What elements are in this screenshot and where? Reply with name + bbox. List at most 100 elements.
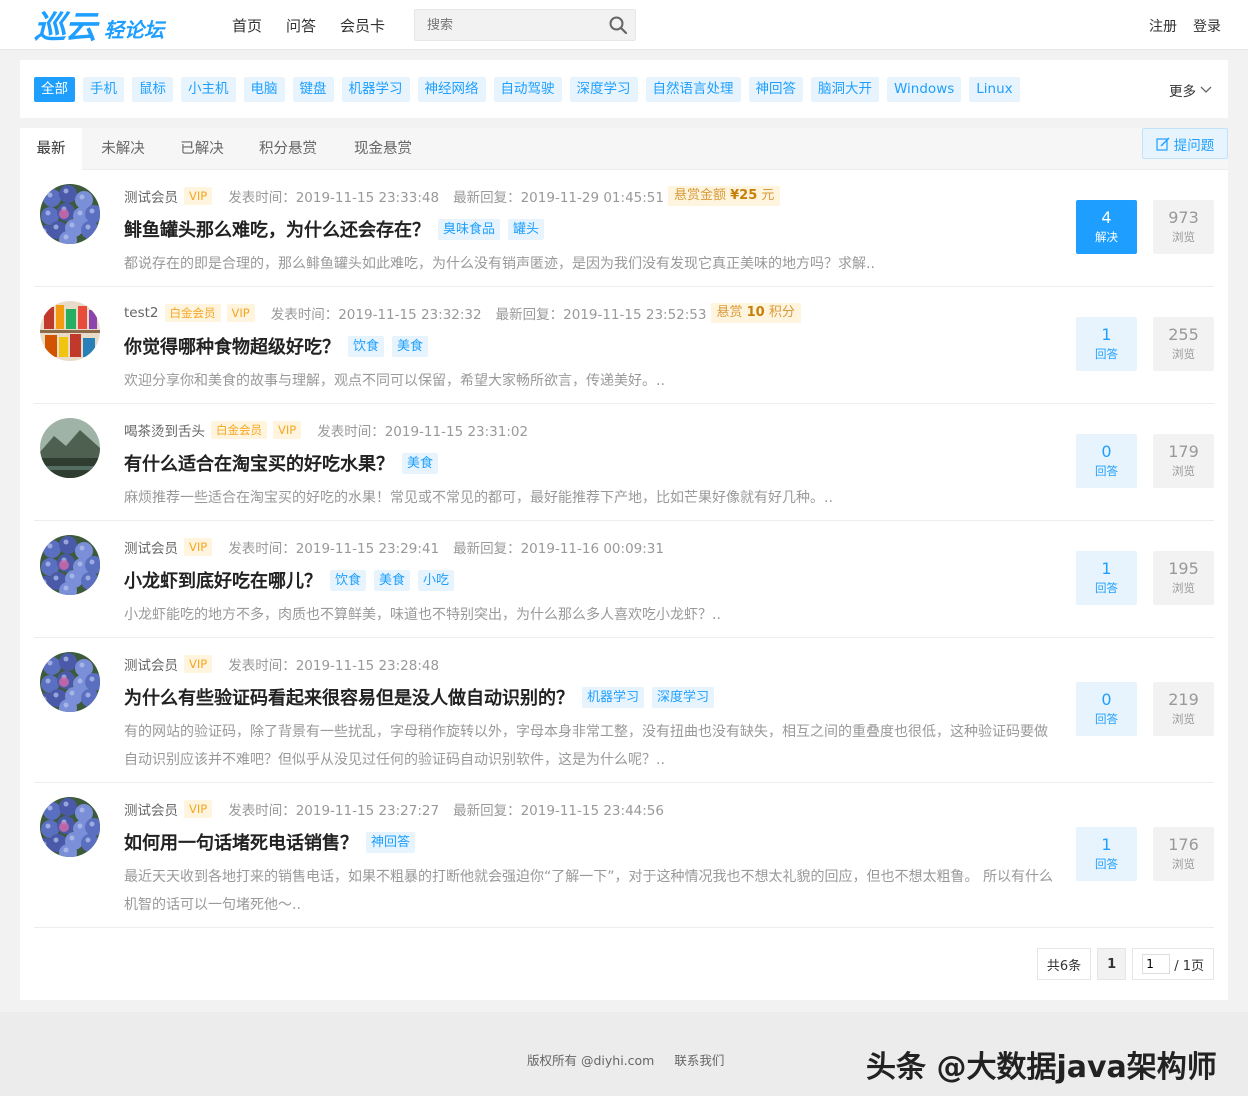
answer-count-number: 4 — [1101, 208, 1112, 227]
question-tab[interactable]: 已解决 — [164, 128, 240, 170]
avatar[interactable] — [40, 535, 100, 595]
author-name[interactable]: 喝茶烫到舌头 — [124, 420, 205, 440]
view-count-number: 179 — [1168, 442, 1199, 461]
reward-amount: ¥25 — [730, 188, 758, 203]
user-links: 注册 登录 — [1149, 16, 1221, 36]
view-count: 255 浏览 — [1153, 317, 1214, 371]
answer-count[interactable]: 0 回答 — [1076, 682, 1137, 736]
category-tag[interactable]: 键盘 — [292, 77, 334, 102]
nav-home[interactable]: 首页 — [232, 15, 262, 36]
search-icon[interactable] — [608, 15, 628, 35]
title-row: 鲱鱼罐头那么难吃，为什么还会存在？ 臭味食品 罐头 — [124, 216, 545, 242]
category-tag[interactable]: 自然语言处理 — [645, 77, 741, 102]
view-count-label: 浏览 — [1172, 230, 1195, 244]
question-tag[interactable]: 机器学习 — [582, 686, 645, 708]
category-tag[interactable]: 小主机 — [181, 77, 236, 102]
question-title[interactable]: 你觉得哪种食物超级好吃？ — [124, 333, 340, 359]
search-input[interactable] — [415, 10, 605, 40]
question-meta: test2 白金会员 VIP 发表时间：2019-11-15 23:32:32 最新回复… — [124, 303, 801, 323]
question-tag[interactable]: 小吃 — [418, 569, 455, 591]
question-item: 测试会员 VIP 发表时间：2019-11-15 23:29:41 最新回复：2019… — [34, 521, 1214, 638]
avatar[interactable] — [40, 797, 100, 857]
question-tab[interactable]: 现金悬赏 — [336, 128, 430, 170]
question-title[interactable]: 鲱鱼罐头那么难吃，为什么还会存在？ — [124, 216, 430, 242]
register-link[interactable]: 注册 — [1149, 16, 1177, 36]
question-meta: 测试会员 VIP 发表时间：2019-11-15 23:33:48 最新回复：2019… — [124, 186, 781, 206]
category-tag[interactable]: 鼠标 — [132, 77, 173, 102]
category-tag[interactable]: Windows — [887, 77, 962, 102]
category-tag[interactable]: 全部 — [34, 77, 75, 102]
question-tag[interactable]: 罐头 — [508, 218, 545, 240]
question-title[interactable]: 有什么适合在淘宝买的好吃水果？ — [124, 450, 394, 476]
question-tab[interactable]: 积分悬赏 — [242, 128, 334, 170]
answer-count[interactable]: 1 回答 — [1076, 551, 1137, 605]
question-title[interactable]: 如何用一句话堵死电话销售？ — [124, 829, 358, 855]
author-name[interactable]: 测试会员 — [124, 186, 178, 206]
member-badge: VIP — [184, 655, 213, 673]
category-tag[interactable]: 机器学习 — [341, 77, 410, 102]
question-tag[interactable]: 美食 — [392, 335, 429, 357]
author-name[interactable]: 测试会员 — [124, 799, 178, 819]
member-badge: 白金会员 — [164, 304, 221, 322]
member-badge: VIP — [226, 304, 255, 322]
pagination: 共6条 1 / 1页 — [1036, 948, 1214, 980]
category-tag[interactable]: 自动驾驶 — [493, 77, 562, 102]
nav-qa[interactable]: 问答 — [286, 15, 316, 36]
chevron-down-icon — [1200, 86, 1212, 93]
pager-jump-input[interactable] — [1142, 954, 1171, 974]
category-tag[interactable]: 神经网络 — [417, 77, 486, 102]
nav-membership[interactable]: 会员卡 — [340, 15, 385, 36]
answer-count[interactable]: 4 解决 — [1076, 200, 1137, 254]
post-time: 发表时间：2019-11-15 23:27:27 — [228, 803, 440, 819]
question-tag[interactable]: 臭味食品 — [438, 218, 501, 240]
avatar[interactable] — [40, 418, 100, 478]
question-tag[interactable]: 深度学习 — [652, 686, 715, 708]
author-name[interactable]: 测试会员 — [124, 537, 178, 557]
author-name[interactable]: test2 — [124, 305, 159, 321]
answer-count-number: 1 — [1101, 559, 1112, 578]
question-tag[interactable]: 神回答 — [366, 831, 416, 853]
logo-main-text: 巡云 — [34, 8, 97, 46]
pager-page-1[interactable]: 1 — [1097, 948, 1127, 980]
answer-count[interactable]: 1 回答 — [1076, 827, 1137, 881]
main-nav: 首页 问答 会员卡 — [232, 15, 385, 36]
answer-count-label: 回答 — [1095, 712, 1118, 726]
category-tag[interactable]: 脑洞大开 — [811, 77, 879, 102]
question-panel: 提问题 最新 未解决 已解决 积分悬赏 现金悬赏 测试会员 VIP 发表时间：2019-11… — [20, 128, 1228, 1000]
category-tag[interactable]: 电脑 — [243, 77, 285, 102]
reward-suffix: 元 — [757, 188, 775, 203]
category-tag[interactable]: 手机 — [83, 77, 124, 102]
avatar[interactable] — [40, 184, 100, 244]
view-count-number: 195 — [1168, 559, 1199, 578]
question-tabs: 提问题 最新 未解决 已解决 积分悬赏 现金悬赏 — [20, 128, 1228, 171]
question-tag[interactable]: 美食 — [374, 569, 411, 591]
login-link[interactable]: 登录 — [1193, 16, 1221, 36]
question-excerpt: 欢迎分享你和美食的故事与理解，观点不同可以保留，希望大家畅所欲言，传递美好。.. — [124, 373, 665, 389]
pager-total: 共6条 — [1036, 948, 1092, 980]
question-excerpt: 最近天天收到各地打来的销售电话，如果不粗暴的打断他就会强迫你“了解一下”，对于这… — [124, 869, 1053, 913]
answer-count-number: 0 — [1101, 442, 1112, 461]
question-tab[interactable]: 最新 — [20, 128, 82, 171]
ask-question-button[interactable]: 提问题 — [1142, 128, 1228, 159]
category-tag[interactable]: Linux — [969, 77, 1020, 102]
answer-count[interactable]: 1 回答 — [1076, 317, 1137, 371]
question-list: 测试会员 VIP 发表时间：2019-11-15 23:33:48 最新回复：2019… — [34, 170, 1214, 928]
question-tag[interactable]: 美食 — [402, 452, 439, 474]
more-categories-button[interactable]: 更多 — [1169, 80, 1212, 100]
question-tag[interactable]: 饮食 — [348, 335, 385, 357]
view-count: 195 浏览 — [1153, 551, 1214, 605]
question-title[interactable]: 为什么有些验证码看起来很容易但是没人做自动识别的？ — [124, 684, 574, 710]
question-tab[interactable]: 未解决 — [84, 128, 162, 170]
category-tag[interactable]: 神回答 — [748, 77, 803, 102]
category-tag[interactable]: 深度学习 — [569, 77, 638, 102]
answer-count-label: 解决 — [1095, 230, 1118, 244]
author-name[interactable]: 测试会员 — [124, 654, 178, 674]
answer-count[interactable]: 0 回答 — [1076, 434, 1137, 488]
question-meta: 测试会员 VIP 发表时间：2019-11-15 23:27:27 最新回复：2019… — [124, 799, 664, 819]
footer-contact-link[interactable]: 联系我们 — [674, 1050, 724, 1069]
site-logo[interactable]: 巡云 轻论坛 — [34, 7, 164, 46]
question-tag[interactable]: 饮食 — [330, 569, 367, 591]
avatar[interactable] — [40, 301, 100, 361]
question-title[interactable]: 小龙虾到底好吃在哪儿？ — [124, 567, 322, 593]
avatar[interactable] — [40, 652, 100, 712]
